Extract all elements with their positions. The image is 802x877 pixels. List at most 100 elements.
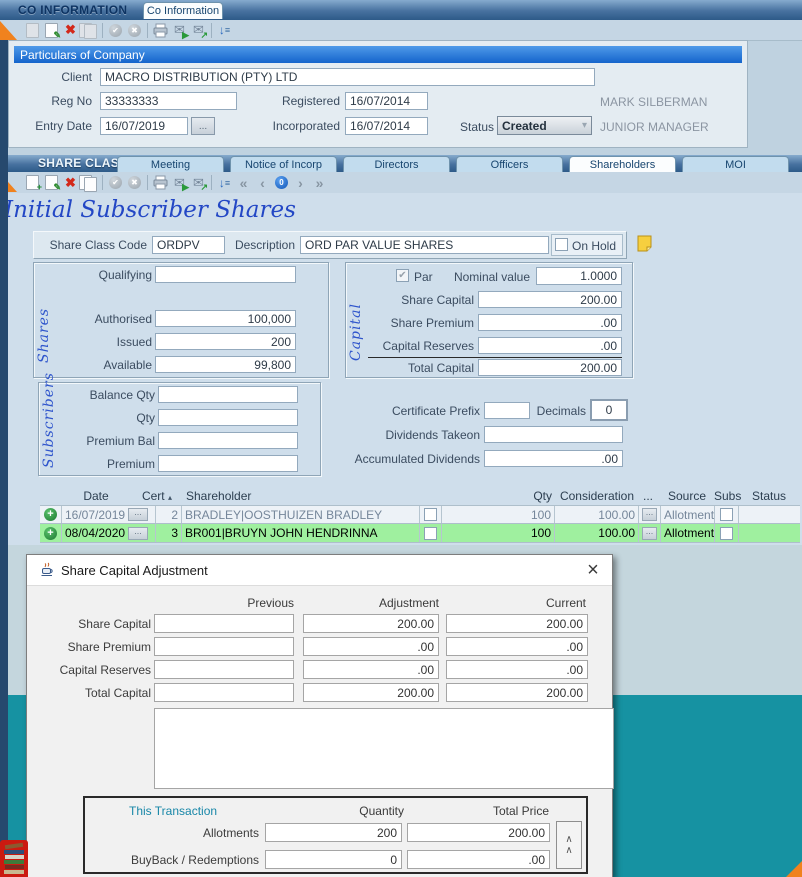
- col-header-dots[interactable]: ...: [636, 489, 660, 503]
- tab-directors[interactable]: Directors: [343, 156, 450, 173]
- cancel-icon[interactable]: ✖: [125, 22, 144, 39]
- source-cell[interactable]: Allotment: [661, 524, 715, 542]
- delete-record-icon[interactable]: ✖: [61, 174, 80, 191]
- capital-reserves-field[interactable]: .00: [478, 337, 622, 354]
- new-record-icon[interactable]: [23, 22, 42, 39]
- nav-previous-icon[interactable]: ‹: [253, 174, 272, 191]
- col-header-shareholder[interactable]: Shareholder: [186, 489, 251, 503]
- subs-cell[interactable]: [715, 506, 739, 523]
- allotments-price-field[interactable]: 200.00: [407, 823, 550, 842]
- date-browse-button[interactable]: ...: [128, 508, 148, 521]
- par-checkbox[interactable]: ✔: [396, 269, 409, 282]
- table-row-selected[interactable]: + 08/04/2020... 3 BR001|BRUYN JOHN HENDR…: [40, 524, 800, 543]
- available-field[interactable]: 99,800: [155, 356, 296, 373]
- decimals-field[interactable]: 0: [590, 399, 628, 421]
- nav-last-icon[interactable]: »: [310, 174, 329, 191]
- edit-record-icon[interactable]: ✎: [42, 22, 61, 39]
- date-browse-button[interactable]: ...: [128, 527, 148, 540]
- capital-reserves-current-field[interactable]: .00: [446, 660, 588, 679]
- mail-send-icon[interactable]: ✉↗: [189, 174, 208, 191]
- status-dropdown[interactable]: Created ▾: [497, 116, 592, 135]
- tab-notice-of-incorp[interactable]: Notice of Incorp: [230, 156, 337, 173]
- premium-field[interactable]: [158, 455, 298, 472]
- print-icon[interactable]: [151, 22, 170, 39]
- transaction-spinner[interactable]: ∧ ∧: [556, 821, 582, 869]
- flag-cell[interactable]: [420, 524, 442, 542]
- col-header-consideration[interactable]: Consideration: [548, 489, 634, 503]
- copy-record-icon[interactable]: [80, 22, 99, 39]
- incorporated-field[interactable]: 16/07/2014: [345, 117, 428, 135]
- col-header-cert[interactable]: Cert ▴: [120, 489, 172, 503]
- consideration-cell[interactable]: 100.00: [555, 524, 639, 542]
- tab-moi[interactable]: MOI: [682, 156, 789, 173]
- detail-cell[interactable]: ...: [639, 524, 661, 542]
- total-capital-previous-field[interactable]: [154, 683, 294, 702]
- dividends-takeon-field[interactable]: [484, 426, 623, 443]
- reg-no-field[interactable]: 33333333: [100, 92, 237, 110]
- flag-checkbox[interactable]: [424, 508, 437, 521]
- capital-reserves-previous-field[interactable]: [154, 660, 294, 679]
- delete-record-icon[interactable]: ✖: [61, 22, 80, 39]
- buyback-price-field[interactable]: .00: [407, 850, 550, 869]
- subs-checkbox[interactable]: [720, 508, 733, 521]
- detail-cell[interactable]: ...: [639, 506, 661, 523]
- row-expand-cell[interactable]: +: [40, 506, 62, 523]
- description-field[interactable]: ORD PAR VALUE SHARES: [300, 236, 549, 254]
- subs-cell[interactable]: [715, 524, 739, 542]
- notes-textarea[interactable]: [154, 708, 614, 789]
- entry-date-browse-button[interactable]: ...: [191, 117, 215, 135]
- buyback-quantity-field[interactable]: 0: [265, 850, 402, 869]
- source-cell[interactable]: Allotment: [661, 506, 715, 523]
- table-row[interactable]: + 16/07/2019... 2 BRADLEY|OOSTHUIZEN BRA…: [40, 505, 800, 524]
- nav-next-icon[interactable]: ›: [291, 174, 310, 191]
- authorised-field[interactable]: 100,000: [155, 310, 296, 327]
- shareholder-cell[interactable]: BRADLEY|OOSTHUIZEN BRADLEY: [182, 506, 420, 523]
- qty-cell[interactable]: 100: [442, 524, 555, 542]
- expand-plus-icon[interactable]: +: [44, 508, 57, 521]
- total-capital-adjustment-field[interactable]: 200.00: [303, 683, 439, 702]
- tab-officers[interactable]: Officers: [456, 156, 563, 173]
- cancel-icon[interactable]: ✖: [125, 174, 144, 191]
- share-capital-field[interactable]: 200.00: [478, 291, 622, 308]
- new-record-icon[interactable]: +: [23, 174, 42, 191]
- sort-icon[interactable]: ↓≡: [215, 22, 234, 39]
- shareholder-cell[interactable]: BR001|BRUYN JOHN HENDRINNA: [182, 524, 420, 542]
- date-cell[interactable]: 08/04/2020...: [62, 524, 156, 542]
- qty-cell[interactable]: 100: [442, 506, 555, 523]
- record-info-icon[interactable]: 0: [272, 174, 291, 191]
- registered-field[interactable]: 16/07/2014: [345, 92, 428, 110]
- nominal-value-field[interactable]: 1.0000: [536, 267, 622, 285]
- share-capital-current-field[interactable]: 200.00: [446, 614, 588, 633]
- on-hold-checkbox[interactable]: [555, 238, 568, 251]
- client-field[interactable]: MACRO DISTRIBUTION (PTY) LTD: [100, 68, 595, 86]
- balance-qty-field[interactable]: [158, 386, 298, 403]
- mail-receive-icon[interactable]: ✉▶: [170, 22, 189, 39]
- accept-icon[interactable]: ✔: [106, 22, 125, 39]
- col-header-qty[interactable]: Qty: [468, 489, 552, 503]
- certificate-prefix-field[interactable]: [484, 402, 530, 419]
- flag-checkbox[interactable]: [424, 527, 437, 540]
- nav-first-icon[interactable]: «: [234, 174, 253, 191]
- sort-icon[interactable]: ↓≡: [215, 174, 234, 191]
- qty-field[interactable]: [158, 409, 298, 426]
- mail-send-icon[interactable]: ✉↗: [189, 22, 208, 39]
- status-cell[interactable]: [739, 506, 800, 523]
- close-icon[interactable]: ×: [580, 557, 606, 583]
- tab-meeting[interactable]: Meeting: [117, 156, 224, 173]
- share-premium-adjustment-field[interactable]: .00: [303, 637, 439, 656]
- share-premium-current-field[interactable]: .00: [446, 637, 588, 656]
- capital-reserves-adjustment-field[interactable]: .00: [303, 660, 439, 679]
- flag-cell[interactable]: [420, 506, 442, 523]
- share-premium-previous-field[interactable]: [154, 637, 294, 656]
- spin-up-icon[interactable]: ∧: [565, 845, 572, 856]
- share-capital-previous-field[interactable]: [154, 614, 294, 633]
- subs-checkbox[interactable]: [720, 527, 733, 540]
- share-premium-field[interactable]: .00: [478, 314, 622, 331]
- col-header-status[interactable]: Status: [740, 489, 798, 503]
- col-header-subs[interactable]: Subs: [714, 489, 740, 503]
- share-class-code-field[interactable]: ORDPV: [152, 236, 225, 254]
- share-capital-adjustment-field[interactable]: 200.00: [303, 614, 439, 633]
- edit-record-icon[interactable]: ✎: [42, 174, 61, 191]
- library-books-icon[interactable]: [0, 840, 28, 877]
- premium-bal-field[interactable]: [158, 432, 298, 449]
